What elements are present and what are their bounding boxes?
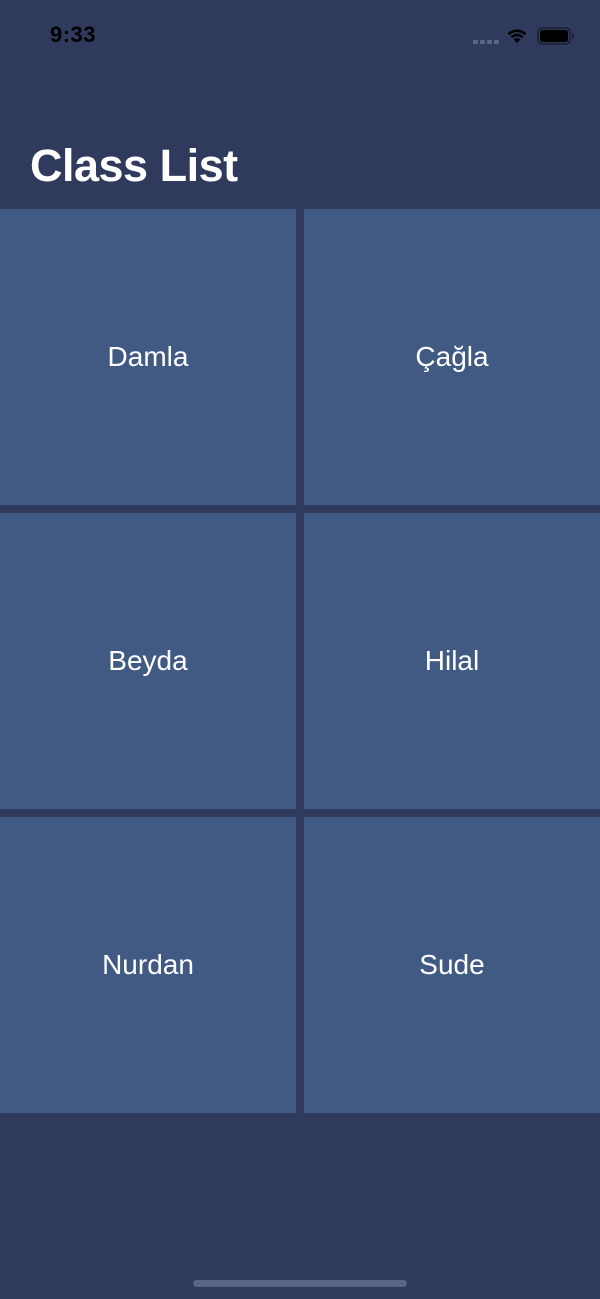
home-indicator[interactable]: [193, 1280, 407, 1287]
student-cell-beyda[interactable]: Beyda: [0, 513, 296, 809]
class-grid: Damla Çağla Beyda Hilal Nurdan Sude: [0, 209, 600, 1113]
signal-dots-icon: [473, 40, 501, 44]
student-name: Nurdan: [102, 949, 194, 980]
student-name: Damla: [107, 341, 189, 372]
status-time: 9:33: [50, 22, 97, 47]
student-cell-nurdan[interactable]: Nurdan: [0, 817, 296, 1113]
student-cell-damla[interactable]: Damla: [0, 209, 296, 505]
status-bar: 9:33: [0, 0, 600, 70]
student-cell-cagla[interactable]: Çağla: [304, 209, 600, 505]
student-name: Hilal: [424, 645, 480, 676]
student-name: Çağla: [415, 341, 489, 372]
student-cell-hilal[interactable]: Hilal: [304, 513, 600, 809]
student-cell-sude[interactable]: Sude: [304, 817, 600, 1113]
student-name: Beyda: [108, 645, 188, 676]
wifi-icon: [507, 29, 527, 43]
page-title: Class List: [30, 140, 238, 191]
battery-icon: [537, 27, 574, 45]
student-name: Sude: [419, 949, 485, 980]
